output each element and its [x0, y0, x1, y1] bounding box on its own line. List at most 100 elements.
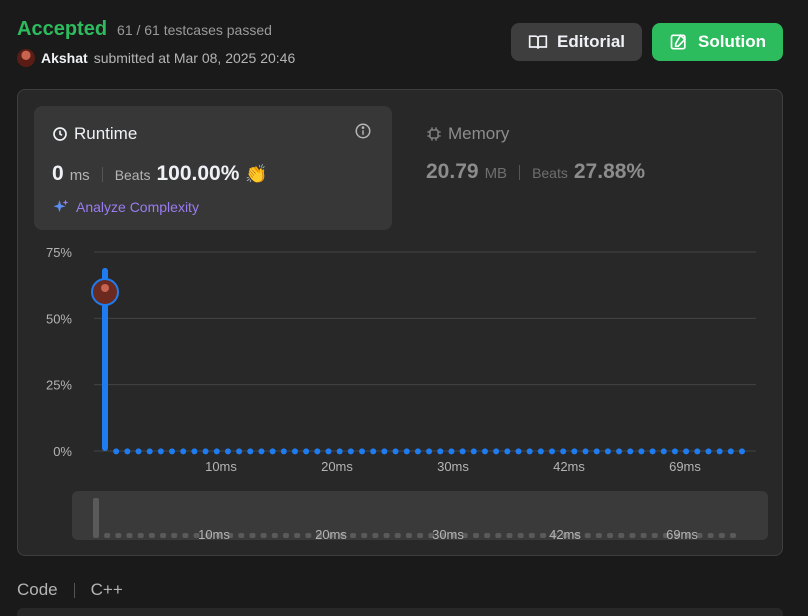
runtime-bar[interactable] [247, 448, 254, 455]
runtime-bar[interactable] [481, 448, 488, 455]
overview-bar [618, 533, 625, 538]
testcases-count: 61 / 61 testcases passed [117, 22, 272, 38]
runtime-bar[interactable] [314, 448, 321, 455]
overview-bar [249, 533, 256, 538]
runtime-bar[interactable] [236, 448, 243, 455]
runtime-bar[interactable] [671, 448, 678, 455]
overview-bar [707, 533, 714, 538]
divider [519, 164, 521, 180]
runtime-bar[interactable] [638, 448, 645, 455]
overview-bar [495, 533, 502, 538]
runtime-bar[interactable] [437, 448, 444, 455]
runtime-bar[interactable] [493, 448, 500, 455]
overview-bar [383, 533, 390, 538]
runtime-card[interactable]: Runtime 0 ms Beats 100.00% 👏 Analyze Com… [34, 106, 392, 230]
runtime-bar[interactable] [560, 448, 567, 455]
runtime-bar[interactable] [660, 448, 667, 455]
overview-bar [595, 533, 602, 538]
x-tick-label: 20ms [321, 459, 353, 474]
runtime-bar[interactable] [593, 448, 600, 455]
divider [101, 166, 103, 182]
beats-label: Beats [532, 165, 568, 181]
overview-bar [294, 533, 301, 538]
solution-button[interactable]: Solution [652, 23, 783, 61]
runtime-bar[interactable] [392, 448, 399, 455]
beats-label: Beats [114, 167, 151, 183]
runtime-bar[interactable] [169, 448, 176, 455]
overview-bar [607, 533, 614, 538]
runtime-bar[interactable] [549, 448, 556, 455]
overview-bar [104, 533, 111, 538]
runtime-bar[interactable] [191, 448, 198, 455]
runtime-bar[interactable] [426, 448, 433, 455]
runtime-bar[interactable] [604, 448, 611, 455]
runtime-bar[interactable] [370, 448, 377, 455]
runtime-bar[interactable] [258, 448, 265, 455]
code-label: Code [17, 580, 58, 599]
runtime-bar[interactable] [325, 448, 332, 455]
overview-bar [484, 533, 491, 538]
username[interactable]: Akshat [41, 50, 88, 66]
runtime-bar[interactable] [202, 448, 209, 455]
runtime-bar[interactable] [537, 448, 544, 455]
overview-bar [528, 533, 535, 538]
info-icon[interactable] [354, 122, 372, 140]
runtime-bar[interactable] [526, 448, 533, 455]
runtime-bar[interactable] [224, 448, 231, 455]
runtime-bar[interactable] [146, 448, 153, 455]
overview-bar [137, 533, 144, 538]
runtime-bar[interactable] [291, 448, 298, 455]
chart-range-slider[interactable] [72, 491, 768, 540]
runtime-bar[interactable] [135, 448, 142, 455]
avatar[interactable] [17, 49, 35, 67]
editorial-button[interactable]: Editorial [511, 23, 642, 61]
runtime-bar[interactable] [336, 448, 343, 455]
x-tick-label: 30ms [437, 459, 469, 474]
runtime-bar[interactable] [124, 448, 131, 455]
runtime-bar[interactable] [157, 448, 164, 455]
runtime-bar[interactable] [571, 448, 578, 455]
clap-icon: 👏 [245, 164, 268, 184]
overview-tick-label: 42ms [549, 527, 581, 542]
runtime-bar[interactable] [739, 448, 745, 455]
runtime-bar[interactable] [403, 448, 410, 455]
y-tick-label: 25% [46, 378, 72, 393]
overview-bar [350, 533, 357, 538]
runtime-bar[interactable] [616, 448, 623, 455]
overview-bar [730, 533, 736, 538]
runtime-bar[interactable] [459, 448, 466, 455]
code-language[interactable]: C++ [91, 580, 123, 600]
memory-card[interactable]: Memory 20.79 MB Beats 27.88% [426, 124, 645, 184]
runtime-bar[interactable] [381, 448, 388, 455]
runtime-bar[interactable] [269, 448, 276, 455]
overview-bar [517, 533, 524, 538]
runtime-bar[interactable] [694, 448, 701, 455]
runtime-bar[interactable] [180, 448, 187, 455]
runtime-bar[interactable] [649, 448, 656, 455]
runtime-bar[interactable] [347, 448, 354, 455]
runtime-bar[interactable] [683, 448, 690, 455]
runtime-bar[interactable] [448, 448, 455, 455]
overview-bar [238, 533, 245, 538]
runtime-bar[interactable] [627, 448, 634, 455]
runtime-bar[interactable] [582, 448, 589, 455]
runtime-bar[interactable] [515, 448, 522, 455]
runtime-bar[interactable] [280, 448, 287, 455]
overview-bar [640, 533, 647, 538]
runtime-bar[interactable] [303, 448, 310, 455]
runtime-bar[interactable] [716, 448, 723, 455]
overview-bar [472, 533, 479, 538]
runtime-bar[interactable] [705, 448, 712, 455]
runtime-bar[interactable] [504, 448, 511, 455]
runtime-bar[interactable] [113, 448, 120, 455]
analyze-complexity-link[interactable]: Analyze Complexity [52, 198, 199, 216]
overview-bar [126, 533, 133, 538]
memory-value: 20.79 [426, 160, 479, 183]
overview-bar [160, 533, 167, 538]
runtime-bar[interactable] [727, 448, 734, 455]
runtime-bar[interactable] [213, 448, 220, 455]
runtime-bar[interactable] [470, 448, 477, 455]
runtime-bar[interactable] [414, 448, 421, 455]
runtime-bar[interactable] [359, 448, 366, 455]
overview-bar [417, 533, 424, 538]
